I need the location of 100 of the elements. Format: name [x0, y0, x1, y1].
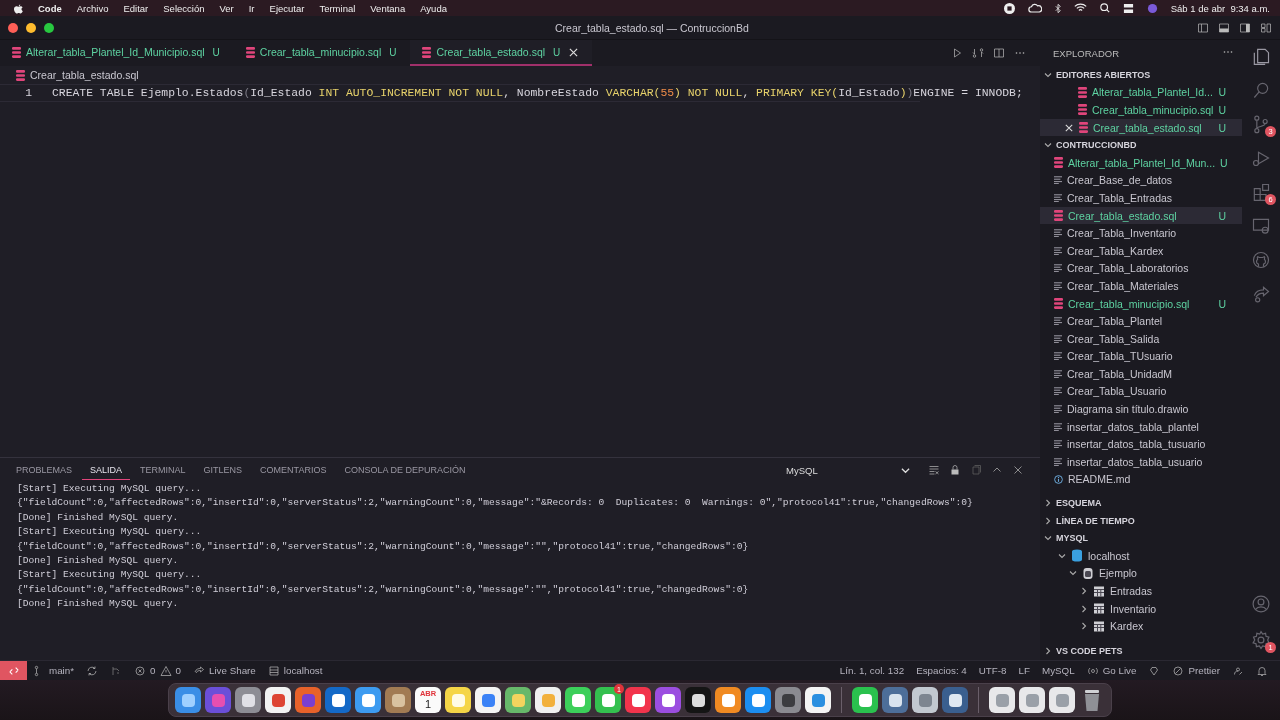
app-icon[interactable]	[235, 687, 261, 713]
line-ending-item[interactable]: LF	[1012, 665, 1036, 676]
file-item[interactable]: Crear_Tabla_UnidadM	[1040, 365, 1242, 383]
file-item[interactable]: Crear_Tabla_Usuario	[1040, 382, 1242, 401]
live-share-item[interactable]: Live Share	[208, 665, 256, 676]
file-item[interactable]: Crear_Tabla_Inventario	[1040, 224, 1242, 242]
tree-item[interactable]: Inventario	[1110, 602, 1157, 615]
chevron-icon[interactable]	[1044, 647, 1052, 656]
app-icon[interactable]	[685, 687, 711, 713]
menu-item[interactable]: Ventana	[370, 2, 406, 14]
open-editor-item[interactable]: Crear_tabla_minucipio.sql U	[1040, 101, 1242, 119]
file-item[interactable]: Crear_Base_de_datos	[1040, 171, 1242, 190]
language-mode[interactable]: MySQL	[1036, 665, 1081, 676]
menu-item[interactable]: Ejecutar	[269, 2, 305, 14]
prohibited-icon[interactable]	[1172, 664, 1185, 677]
tree-item[interactable]: Ejemplo	[1099, 567, 1137, 580]
app-icon[interactable]	[715, 687, 741, 713]
share-arrow-icon[interactable]	[1251, 284, 1271, 304]
branch-name[interactable]: main*	[49, 665, 75, 676]
menu-item[interactable]: Selección	[163, 2, 205, 14]
clear-output-icon[interactable]	[928, 464, 940, 476]
zoom-button[interactable]	[44, 22, 54, 33]
file-item[interactable]: Crear_Tabla_Plantel	[1040, 312, 1242, 330]
gem-icon[interactable]	[1148, 664, 1161, 677]
cursor-position[interactable]: Lín. 1, col. 132	[833, 665, 911, 676]
close-icon[interactable]	[1012, 464, 1024, 476]
layout-grid-icon[interactable]	[1260, 21, 1272, 34]
file-item[interactable]: Diagrama sin título.drawio	[1040, 400, 1242, 418]
file-item[interactable]: Crear_Tabla_TUsuario	[1040, 347, 1242, 366]
bell-icon[interactable]	[1256, 664, 1268, 677]
section-header[interactable]: VS CODE PETS	[1056, 646, 1123, 657]
database-icon[interactable]	[267, 664, 280, 677]
file-item[interactable]: Crear_Tabla_Laboratorios	[1040, 259, 1242, 278]
record-icon[interactable]	[1003, 2, 1015, 14]
go-live-item[interactable]: Go Live	[1102, 665, 1137, 676]
tree-item[interactable]: localhost	[1088, 549, 1130, 562]
encoding-item[interactable]: UTF-8	[972, 665, 1013, 676]
run-debug-icon[interactable]	[1251, 148, 1271, 168]
file-item[interactable]: README.md	[1040, 470, 1242, 489]
account-icon[interactable]	[1251, 594, 1271, 614]
app-icon[interactable]	[912, 687, 938, 713]
file-item[interactable]: Crear_Tabla_Entradas	[1040, 189, 1242, 207]
section-header[interactable]: EDITORES ABIERTOS	[1056, 69, 1151, 80]
open-editor-item[interactable]: Alterar_tabla_Plantel_Id... U	[1040, 83, 1242, 102]
warning-count[interactable]: 0	[175, 665, 181, 676]
tree-item[interactable]: Entradas	[1110, 585, 1153, 597]
monitor-icon[interactable]	[1251, 216, 1271, 236]
panel-tab[interactable]: TERMINAL	[132, 460, 194, 480]
chevron-icon[interactable]	[1044, 499, 1052, 508]
lock-icon[interactable]	[949, 464, 961, 476]
close-icon[interactable]	[569, 47, 579, 57]
file-item[interactable]: Crear_tabla_estado.sql U	[1040, 206, 1242, 225]
app-icon[interactable]	[325, 687, 351, 713]
panel-tab[interactable]: PROBLEMAS	[8, 460, 81, 480]
close-icon[interactable]	[1064, 123, 1074, 132]
editor-tab[interactable]: Crear_tabla_estado.sql U	[410, 40, 593, 66]
file-item[interactable]: insertar_datos_tabla_usuario	[1040, 453, 1242, 471]
app-icon[interactable]	[942, 687, 968, 713]
chevron-icon[interactable]	[1080, 604, 1088, 613]
clock[interactable]: Sáb 1 de abr 9:34 a.m.	[1170, 2, 1270, 14]
secondary-sidebar-icon[interactable]	[1239, 21, 1251, 34]
app-icon[interactable]	[445, 687, 471, 713]
app-icon[interactable]	[565, 687, 591, 713]
panel-layout-icon[interactable]	[1218, 21, 1230, 34]
panel-tab[interactable]: CONSOLA DE DEPURACIÓN	[336, 460, 474, 480]
close-button[interactable]	[8, 22, 18, 33]
app-icon[interactable]	[625, 687, 651, 713]
app-icon[interactable]	[475, 687, 501, 713]
app-icon[interactable]	[805, 687, 831, 713]
minimize-button[interactable]	[26, 22, 36, 33]
chevron-icon[interactable]	[1080, 622, 1088, 631]
bluetooth-icon[interactable]	[1054, 2, 1061, 14]
panel-tab[interactable]: SALIDA	[82, 460, 131, 480]
warning-icon[interactable]	[159, 664, 172, 677]
wifi-icon[interactable]	[1073, 3, 1087, 13]
chevron-icon[interactable]	[1069, 569, 1077, 578]
apple-icon[interactable]	[14, 2, 23, 14]
menu-item[interactable]: Editar	[123, 2, 149, 14]
search-icon[interactable]	[1099, 3, 1110, 13]
file-item[interactable]: Crear_tabla_minucipio.sql U	[1040, 294, 1242, 313]
split-editor-icon[interactable]	[993, 47, 1005, 59]
chevron-icon[interactable]	[1044, 534, 1052, 543]
open-editor-item[interactable]: Crear_tabla_estado.sql U	[1040, 118, 1242, 137]
compare-icon[interactable]	[972, 47, 984, 59]
connection-item[interactable]: localhost	[283, 665, 323, 676]
prettier-item[interactable]: Prettier	[1188, 665, 1220, 676]
app-icon[interactable]	[385, 687, 411, 713]
file-item[interactable]: Crear_Tabla_Materiales	[1040, 277, 1242, 295]
menu-item[interactable]: Ayuda	[420, 2, 447, 14]
extensions-icon[interactable]	[1251, 182, 1271, 202]
toggle-icon[interactable]	[1122, 2, 1134, 14]
run-icon[interactable]	[951, 47, 963, 59]
chevron-icon[interactable]	[1044, 516, 1052, 525]
app-icon[interactable]	[655, 687, 681, 713]
section-header[interactable]: ESQUEMA	[1056, 498, 1102, 509]
github-icon[interactable]	[1251, 250, 1271, 270]
menu-item[interactable]: Ver	[219, 2, 234, 14]
app-icon[interactable]	[745, 687, 771, 713]
settings-icon[interactable]	[1251, 630, 1271, 650]
app-icon[interactable]	[852, 687, 878, 713]
